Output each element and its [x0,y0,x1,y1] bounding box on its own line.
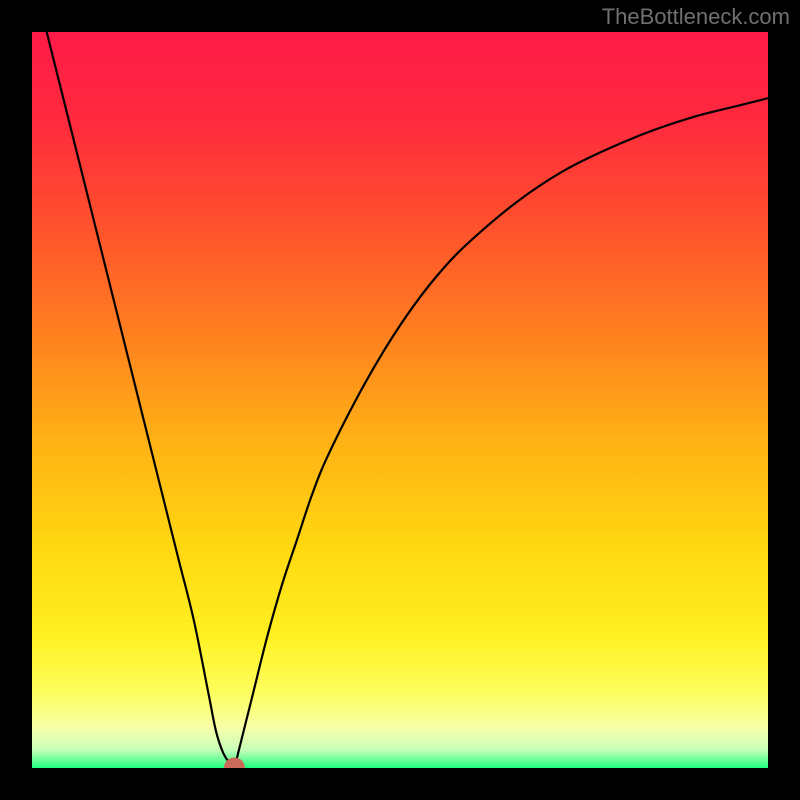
plot-background [32,32,768,768]
chart-frame: TheBottleneck.com [0,0,800,800]
bottleneck-chart [0,0,800,800]
watermark-text: TheBottleneck.com [602,4,790,30]
